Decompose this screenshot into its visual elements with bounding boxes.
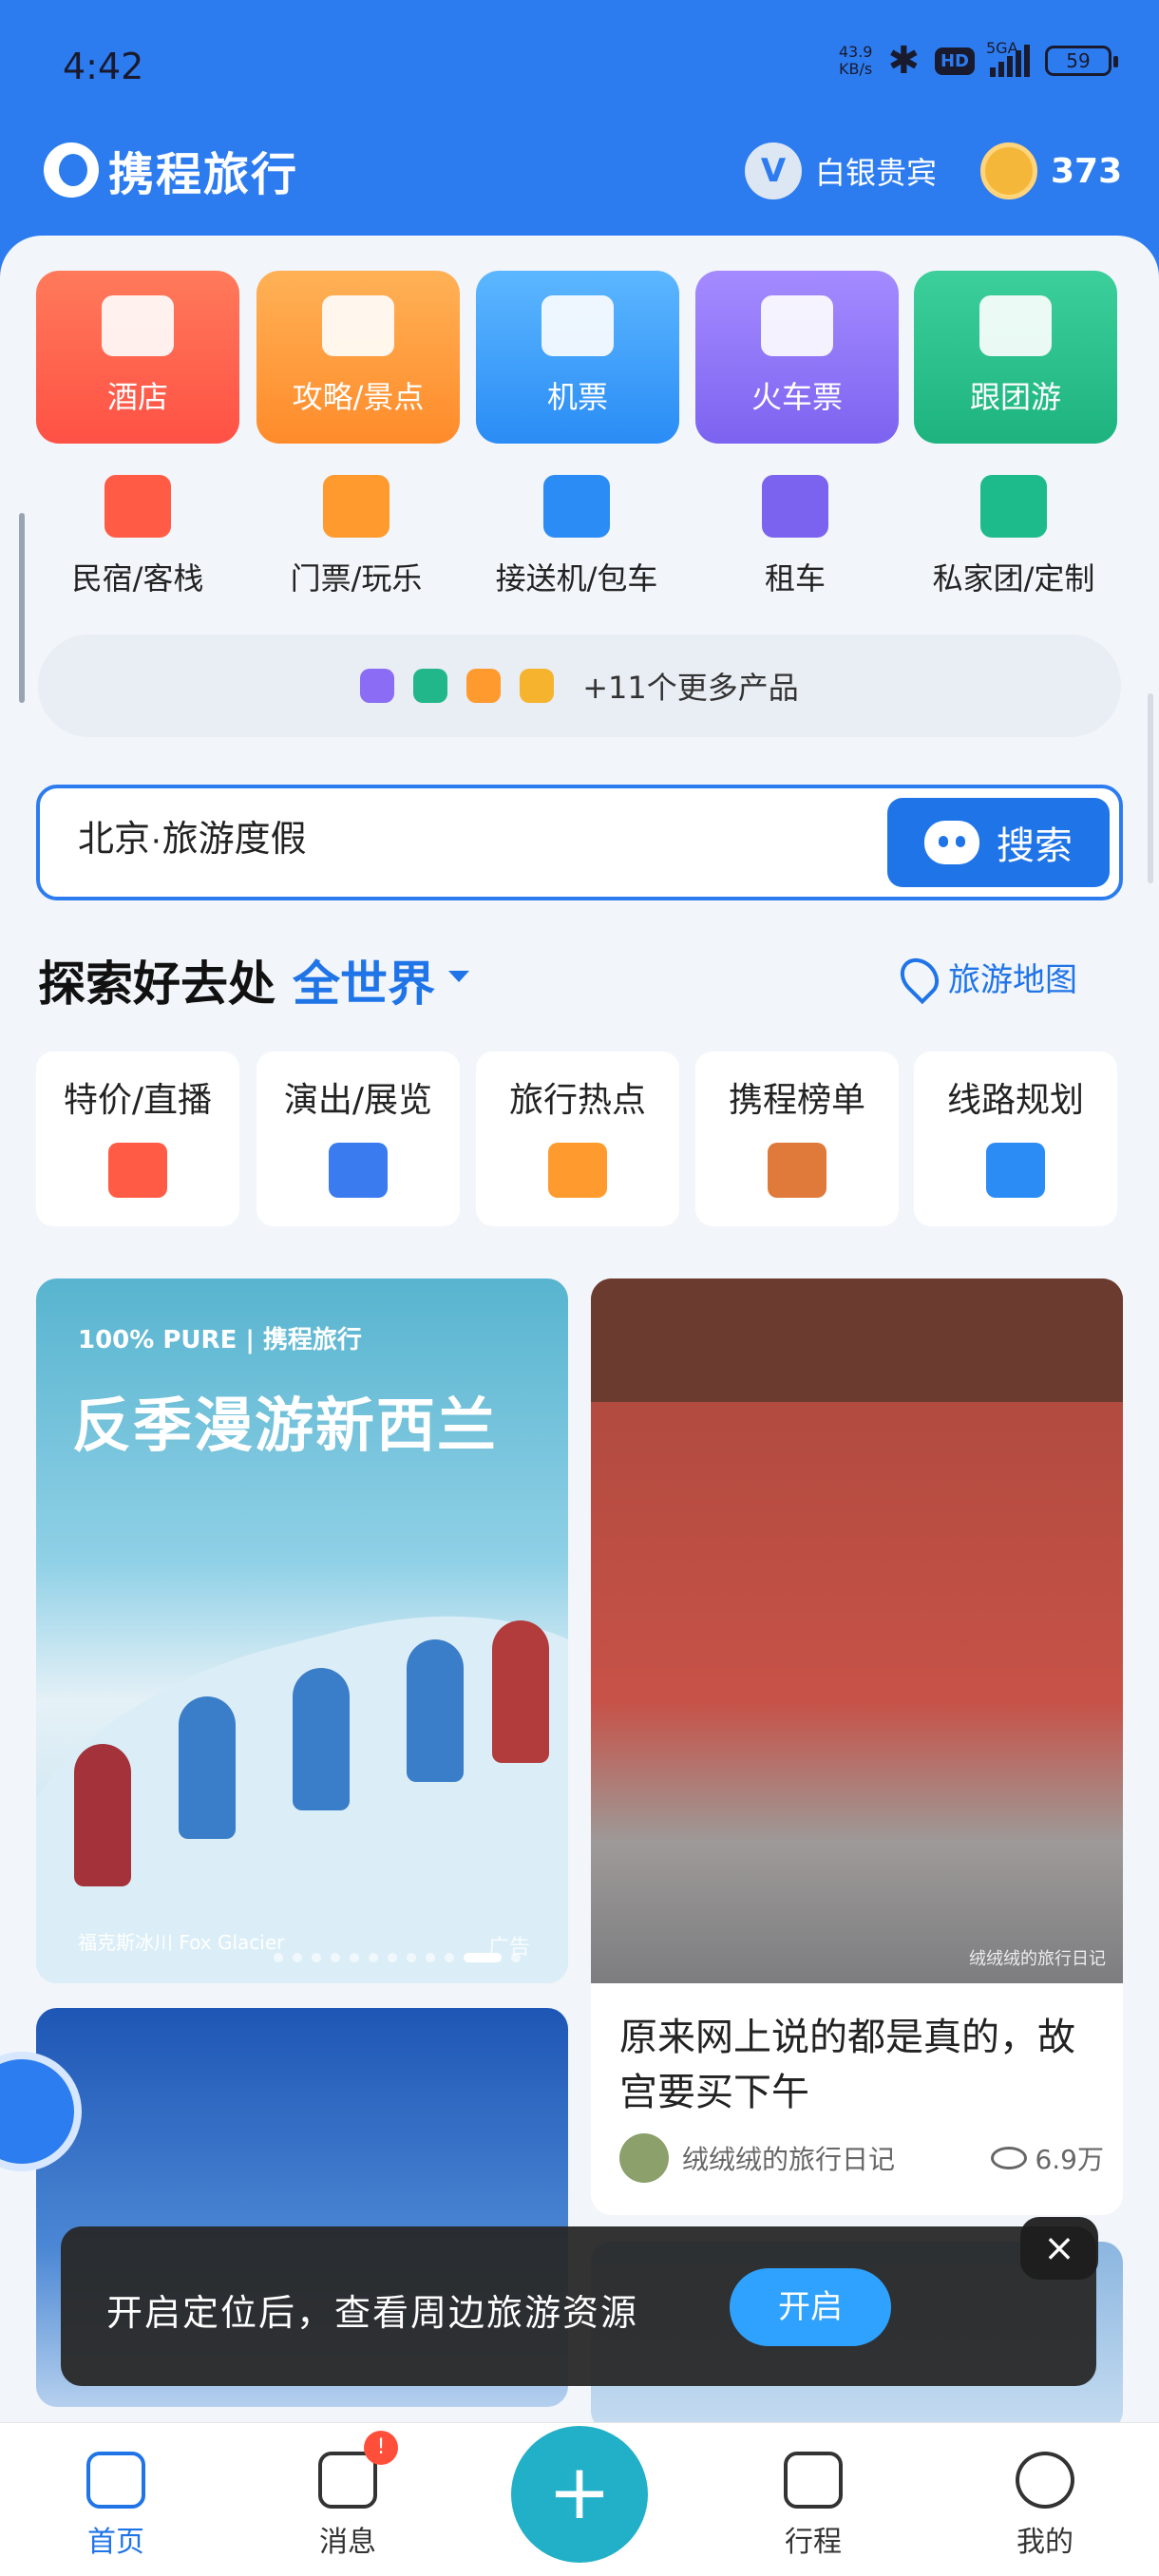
feed-ad-card[interactable]: 100% PURE | 携程旅行 反季漫游新西兰 福克斯冰川 Fox Glaci… — [36, 1279, 568, 1983]
post-title: 原来网上说的都是真的，故宫要买下午 — [619, 2016, 1075, 2114]
eye-icon — [991, 2147, 1028, 2169]
toast-text: 开启定位后，查看周边旅游资源 — [106, 2292, 639, 2334]
more-products-button[interactable]: +11个更多产品 — [38, 635, 1121, 737]
book-icon — [322, 295, 394, 356]
bus-icon — [360, 669, 395, 703]
explore-card-hot-topics[interactable]: 旅行热点 — [476, 1051, 679, 1226]
nav-profile[interactable]: 我的 — [978, 2452, 1112, 2560]
vip-badge-icon: V — [745, 142, 802, 199]
bag-icon — [466, 669, 502, 703]
status-bar: 4:42 43.9 KB/s ✱ HD 5GA 59 — [0, 0, 1159, 133]
travel-map-link[interactable]: 旅游地图 — [892, 950, 1077, 1004]
calendar-icon — [784, 2452, 843, 2509]
dolphin-logo-icon — [44, 142, 99, 198]
route-arrows-icon — [986, 1143, 1045, 1198]
flag-icon — [548, 1143, 607, 1198]
enable-location-button[interactable]: 开启 — [730, 2268, 891, 2346]
palm-tree-icon — [979, 295, 1052, 356]
avatar[interactable] — [619, 2133, 669, 2183]
net-speed: 43.9 KB/s — [838, 43, 873, 78]
robot-assistant-icon — [924, 821, 979, 864]
post-meta: 绒绒绒的旅行日记 6.9万 — [619, 2133, 1104, 2183]
hiker-image — [293, 1668, 350, 1810]
ad-location: 福克斯冰川 Fox Glacier — [78, 1931, 285, 1954]
hotel-icon — [102, 295, 174, 356]
user-icon — [1016, 2452, 1074, 2509]
nav-home[interactable]: 首页 — [49, 2452, 182, 2560]
battery-icon: 59 — [1045, 46, 1118, 76]
region-selector[interactable]: 全世界 — [293, 946, 435, 1014]
photo-watermark: 绒绒绒的旅行日记 — [969, 1949, 1106, 1969]
coins-count: 373 — [1051, 151, 1123, 191]
tile-train[interactable]: 火车票 — [695, 271, 899, 444]
nav-trips[interactable]: 行程 — [747, 2452, 880, 2560]
music-note-icon — [329, 1143, 388, 1198]
search-button[interactable]: 搜索 — [887, 798, 1110, 887]
hiker-image — [407, 1639, 464, 1782]
scrollbar[interactable] — [1148, 693, 1153, 883]
nav-messages[interactable]: ! 消息 — [281, 2431, 414, 2560]
diamond-person-icon — [980, 475, 1047, 538]
rental-car-icon — [762, 475, 828, 538]
tile-guides-attractions[interactable]: 攻略/景点 — [256, 271, 460, 444]
vip-level: 白银贵宾 — [815, 155, 938, 191]
explore-card-shows[interactable]: 演出/展览 — [256, 1051, 460, 1226]
location-prompt-toast: 开启定位后，查看周边旅游资源 开启 — [61, 2226, 1096, 2386]
explore-card-route-planning[interactable]: 线路规划 — [914, 1051, 1117, 1226]
hiker-image — [492, 1620, 549, 1763]
status-time: 4:42 — [63, 46, 144, 87]
service-car-rental[interactable]: 租车 — [686, 475, 904, 598]
add-post-button[interactable]: + — [511, 2426, 648, 2563]
explore-card-deals-live[interactable]: 特价/直播 — [36, 1051, 239, 1226]
ad-tag: 广告 — [487, 1936, 530, 1960]
chevron-down-icon[interactable] — [448, 971, 469, 982]
service-private-tour[interactable]: 私家团/定制 — [904, 475, 1123, 598]
message-icon: ! — [318, 2431, 398, 2509]
ad-brand: 100% PURE | 携程旅行 — [78, 1326, 362, 1354]
ad-title: 反季漫游新西兰 — [72, 1391, 499, 1460]
car-icon — [543, 475, 610, 538]
search-input[interactable] — [78, 815, 819, 856]
forbidden-city-photo: 绒绒绒的旅行日记 — [591, 1279, 1123, 1983]
tile-hotel[interactable]: 酒店 — [36, 271, 239, 444]
post-views: 6.9万 — [1035, 2144, 1104, 2175]
service-tickets[interactable]: 门票/玩乐 — [247, 475, 466, 598]
explore-card-rankings[interactable]: 携程榜单 — [695, 1051, 899, 1226]
hiker-image — [179, 1696, 236, 1839]
coins-balance[interactable]: 373 — [980, 142, 1122, 199]
ticket-icon — [323, 475, 390, 538]
tile-group-tour[interactable]: 跟团游 — [914, 271, 1117, 444]
train-icon — [761, 295, 833, 356]
signal-icon: 5GA — [986, 39, 1030, 77]
home-icon — [86, 2452, 145, 2509]
coin-icon — [980, 142, 1037, 199]
close-icon[interactable]: × — [1020, 2217, 1098, 2280]
search-bar: 搜索 — [36, 785, 1123, 900]
service-homestay[interactable]: 民宿/客栈 — [28, 475, 247, 598]
scrollbar[interactable] — [19, 513, 25, 703]
service-airport-transfer[interactable]: 接送机/包车 — [467, 475, 686, 598]
feed-post-card[interactable]: 绒绒绒的旅行日记 原来网上说的都是真的，故宫要买下午 绒绒绒的旅行日记 6.9万 — [591, 1279, 1123, 2215]
money-bag-icon — [520, 669, 555, 703]
house-icon — [104, 475, 171, 538]
status-icons: 43.9 KB/s ✱ HD 5GA 59 — [838, 39, 1118, 83]
dolphin-ranking-icon — [768, 1143, 826, 1198]
app-logo: 携程旅行 — [44, 137, 298, 203]
carousel-dots — [274, 1953, 521, 1962]
explore-title: 探索好去处 — [38, 957, 276, 1012]
notification-badge: ! — [364, 2431, 398, 2465]
hd-icon: HD — [934, 47, 975, 75]
post-author[interactable]: 绒绒绒的旅行日记 — [682, 2139, 895, 2177]
app-name: 携程旅行 — [108, 148, 299, 201]
hiker-image — [74, 1744, 131, 1886]
airplane-icon — [542, 295, 614, 356]
tile-flights[interactable]: 机票 — [476, 271, 679, 444]
price-tag-icon — [108, 1143, 167, 1198]
vip-status[interactable]: V 白银贵宾 — [745, 142, 937, 199]
bluetooth-icon: ✱ — [887, 39, 920, 83]
cruise-icon — [413, 669, 448, 703]
